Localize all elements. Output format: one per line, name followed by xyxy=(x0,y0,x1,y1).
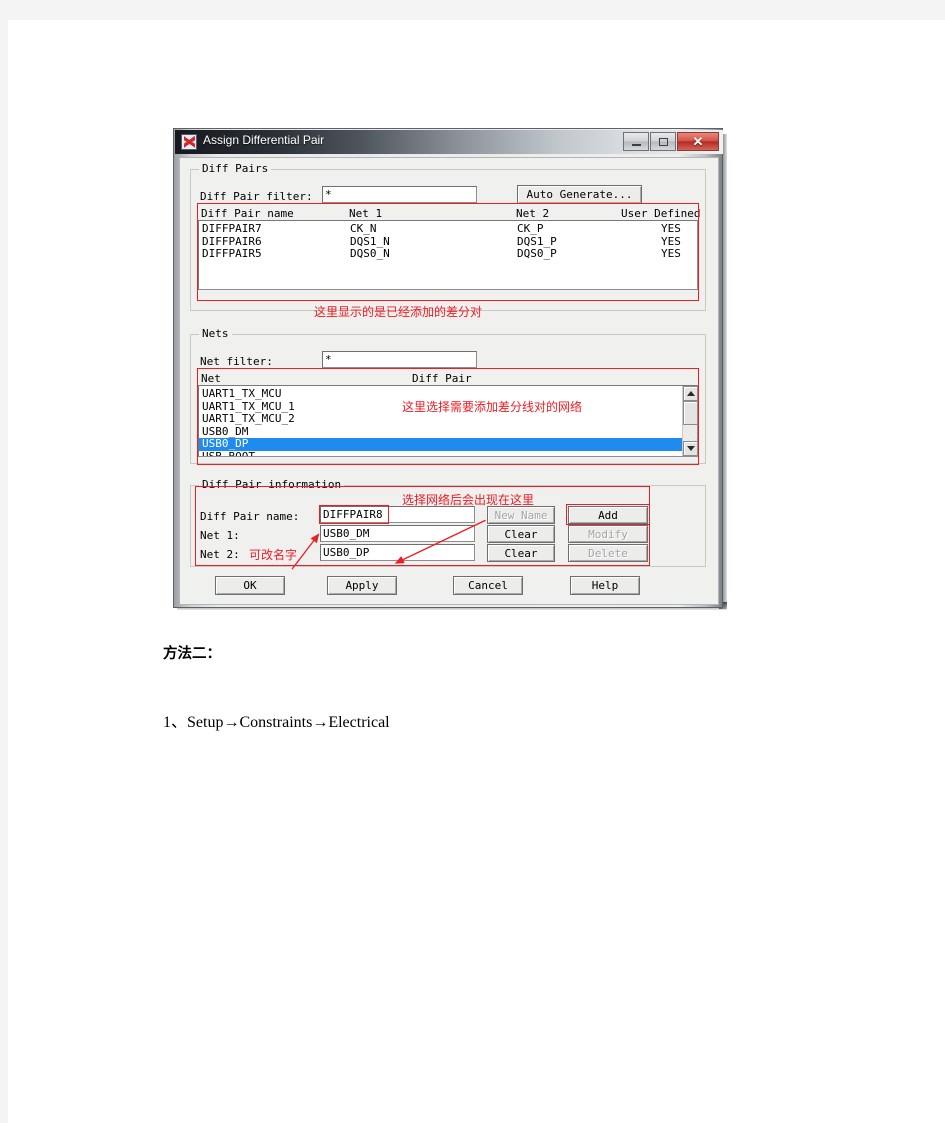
help-button[interactable]: Help xyxy=(570,576,640,595)
window-frame: Assign Differential Pair ✕ Diff Pairs Di… xyxy=(173,128,723,608)
delete-button[interactable]: Delete xyxy=(568,544,648,562)
close-button[interactable]: ✕ xyxy=(677,132,719,151)
net2-input[interactable]: USB0_DP xyxy=(320,544,475,561)
cell-name: DIFFPAIR5 xyxy=(202,247,262,260)
cell-net2: DQS0_P xyxy=(517,247,557,260)
list-item-selected[interactable]: USB0_DP xyxy=(199,437,683,451)
assign-differential-pair-dialog: Assign Differential Pair ✕ Diff Pairs Di… xyxy=(173,128,727,610)
apply-button[interactable]: Apply xyxy=(327,576,397,595)
step-1-text: 1、Setup→Constraints→Electrical xyxy=(163,714,390,731)
clear-net1-button[interactable]: Clear xyxy=(487,525,555,543)
cell-user-defined: YES xyxy=(661,247,681,260)
dialog-client-area: Diff Pairs Diff Pair filter: * Auto Gene… xyxy=(179,157,719,605)
window-title: Assign Differential Pair xyxy=(203,133,325,147)
net-filter-input[interactable]: * xyxy=(322,351,477,368)
net1-input[interactable]: USB0_DM xyxy=(320,525,475,542)
scroll-up-arrow[interactable] xyxy=(683,386,697,401)
diff-pair-name-label: Diff Pair name: xyxy=(200,510,300,523)
add-button[interactable]: Add xyxy=(568,506,648,524)
col-net: Net xyxy=(201,372,221,385)
window-controls: ✕ xyxy=(622,132,719,152)
auto-generate-button[interactable]: Auto Generate... xyxy=(517,185,642,204)
cell-net2: CK_P xyxy=(517,222,544,235)
net1-label: Net 1: xyxy=(200,529,240,542)
col-diff-pair: Diff Pair xyxy=(412,372,472,385)
diff-pair-filter-input[interactable]: * xyxy=(322,186,477,203)
cancel-button[interactable]: Cancel xyxy=(453,576,523,595)
close-icon: ✕ xyxy=(692,133,704,149)
list-item[interactable]: USB0_DM xyxy=(199,425,683,439)
info-annotation-left: 可改名字 xyxy=(249,548,298,562)
minimize-icon xyxy=(624,133,648,150)
diff-pair-filter-label: Diff Pair filter: xyxy=(200,190,313,203)
cell-name: DIFFPAIR7 xyxy=(202,222,262,235)
section-heading: 方法二： xyxy=(163,646,221,662)
maximize-button[interactable] xyxy=(650,132,676,151)
net-filter-label: Net filter: xyxy=(200,355,273,368)
clear-net2-button[interactable]: Clear xyxy=(487,544,555,562)
ok-button[interactable]: OK xyxy=(215,576,285,595)
diff-pairs-listbox[interactable]: DIFFPAIR7 CK_N CK_P YES DIFFPAIR6 DQS1_N… xyxy=(198,220,698,290)
document-page: Assign Differential Pair ✕ Diff Pairs Di… xyxy=(8,20,945,1123)
cell-user-defined: YES xyxy=(661,222,681,235)
cell-net1: DQS0_N xyxy=(350,247,390,260)
table-row[interactable]: DIFFPAIR5 DQS0_N DQS0_P YES xyxy=(199,247,697,261)
scroll-down-arrow[interactable] xyxy=(683,441,697,456)
minimize-button[interactable] xyxy=(623,132,649,151)
info-annotation-top: 选择网络后会出现在这里 xyxy=(402,493,535,507)
nets-scrollbar[interactable] xyxy=(682,386,697,456)
modify-button[interactable]: Modify xyxy=(568,525,648,543)
nets-listbox[interactable]: UART1_TX_MCU UART1_TX_MCU_1 UART1_TX_MCU… xyxy=(198,385,698,457)
net-name: USB_BOOT xyxy=(202,449,255,457)
table-row[interactable]: DIFFPAIR6 DQS1_N DQS1_P YES xyxy=(199,235,697,249)
col-net-1: Net 1 xyxy=(349,207,383,220)
col-user-defined: User Defined xyxy=(621,207,701,220)
diff-pair-information-group-label: Diff Pair information xyxy=(199,478,345,491)
diff-pair-name-input[interactable]: DIFFPAIR8 xyxy=(320,506,475,523)
nets-annotation: 这里选择需要添加差分线对的网络 xyxy=(402,400,583,414)
net-name: UART1_TX_MCU xyxy=(202,387,282,400)
list-item[interactable]: USB_BOOT xyxy=(199,449,683,457)
net-name: USB0_DP xyxy=(202,437,249,450)
app-icon xyxy=(181,134,197,150)
diff-pairs-group-label: Diff Pairs xyxy=(199,162,272,175)
col-net-2: Net 2 xyxy=(516,207,550,220)
table-row[interactable]: DIFFPAIR7 CK_N CK_P YES xyxy=(199,222,697,236)
col-diff-pair-name: Diff Pair name xyxy=(201,207,294,220)
new-name-button[interactable]: New Name xyxy=(487,506,555,524)
scroll-thumb[interactable] xyxy=(683,401,697,425)
cell-net1: CK_N xyxy=(350,222,377,235)
net2-label: Net 2: xyxy=(200,548,240,561)
maximize-icon xyxy=(651,133,675,150)
title-bar[interactable]: Assign Differential Pair ✕ xyxy=(175,130,723,154)
net-name: UART1_TX_MCU_2 xyxy=(202,412,295,425)
nets-group-label: Nets xyxy=(199,327,232,340)
diff-pairs-annotation: 这里显示的是已经添加的差分对 xyxy=(314,305,483,319)
